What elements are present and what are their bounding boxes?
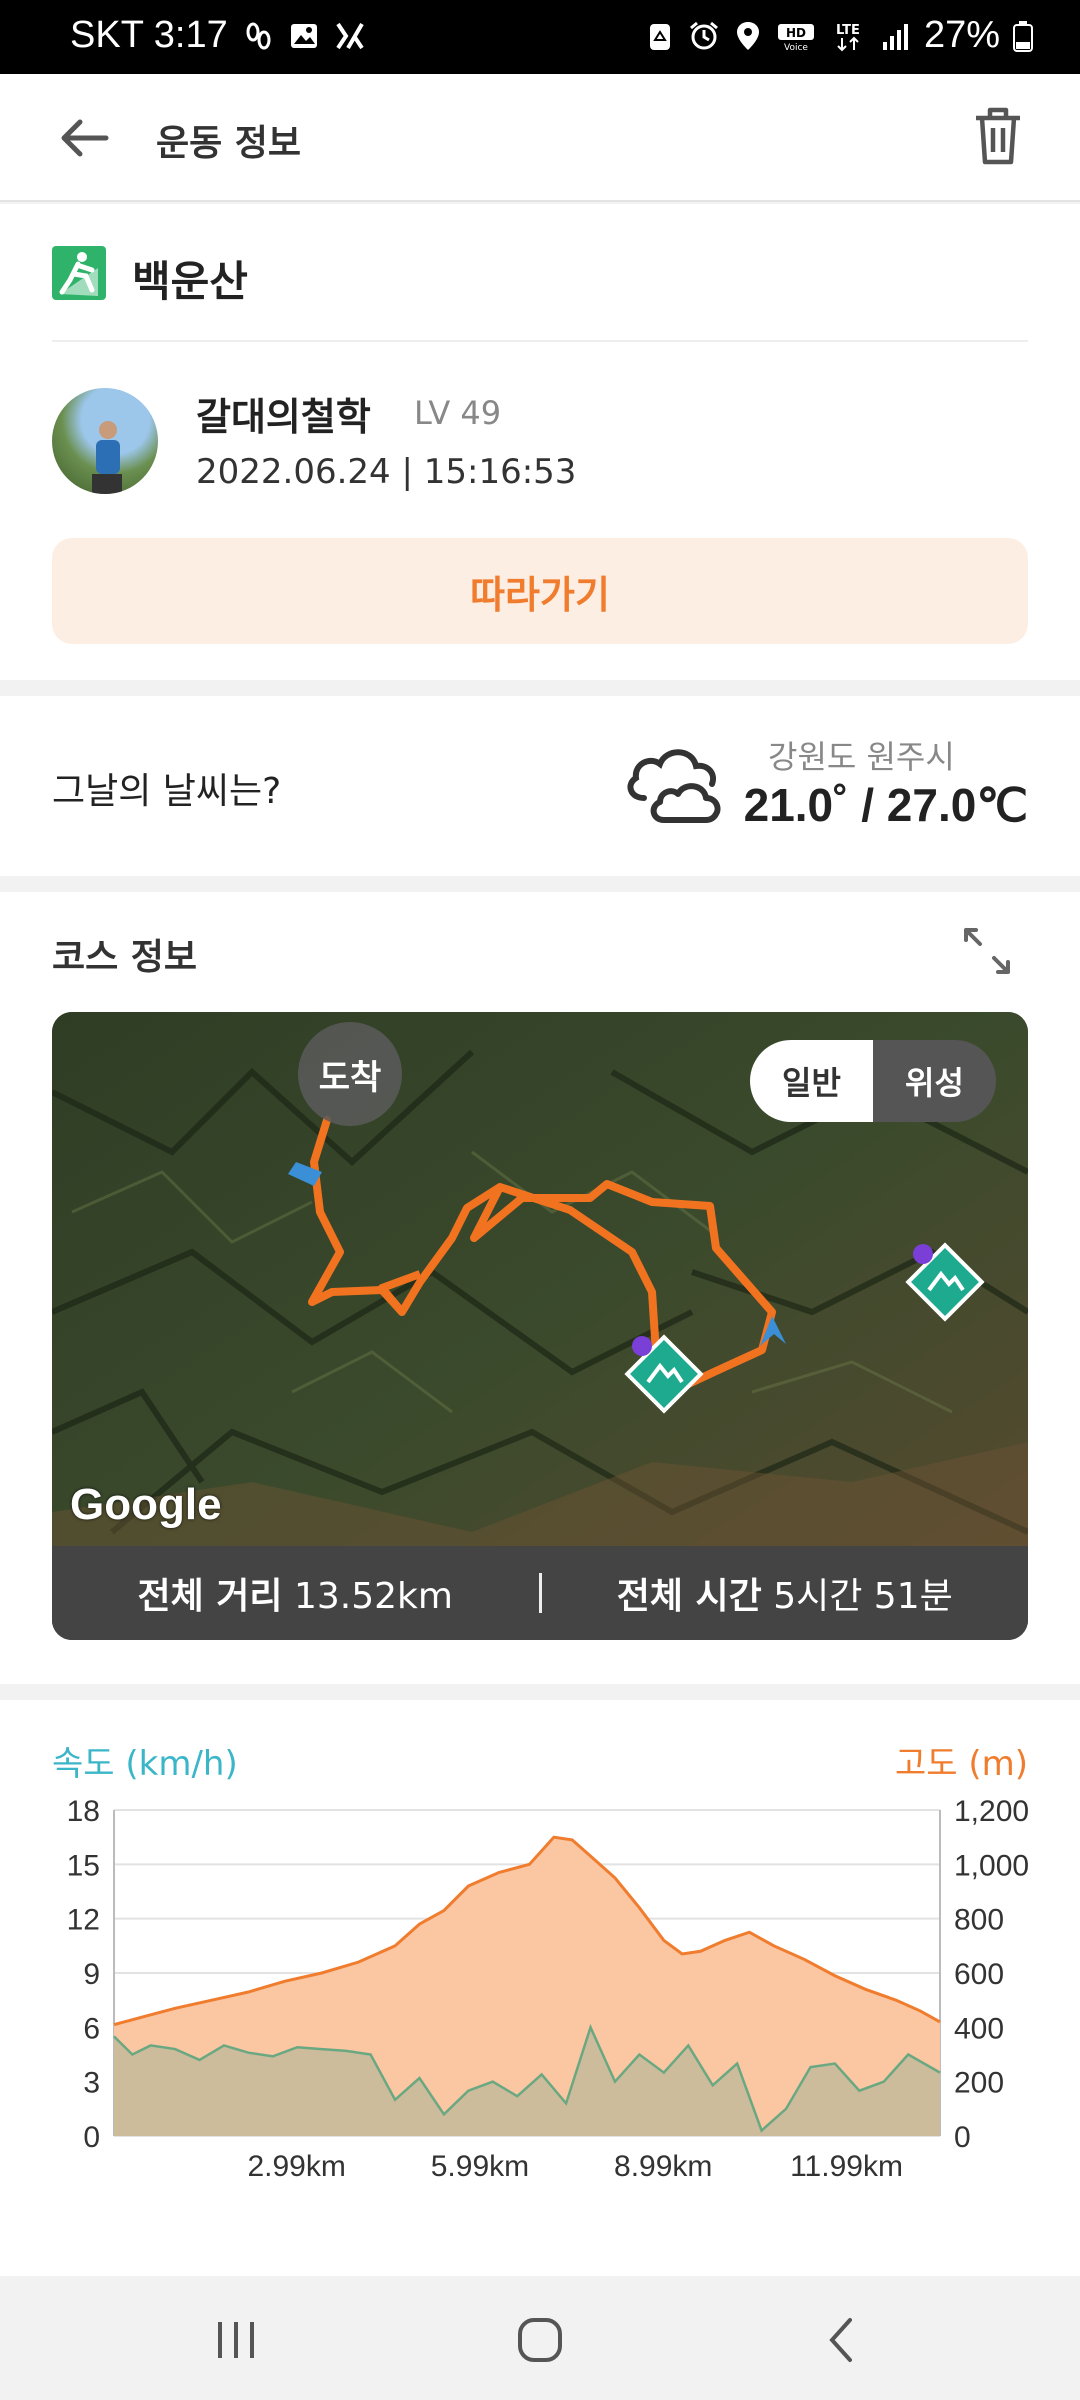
- steps-icon: [242, 20, 274, 52]
- battery-icon: [1012, 20, 1034, 52]
- home-icon: [518, 2318, 562, 2362]
- y-right-tick-label: 1,000: [954, 1849, 1029, 1882]
- y-left-tick-label: 9: [83, 1958, 100, 1991]
- location-icon: [732, 20, 764, 52]
- carrier-time: SKT 3:17: [70, 14, 228, 56]
- weather-card: 그날의 날씨는? 강원도 원주시 21.0˚ / 27.0℃: [0, 696, 1080, 876]
- activity-name: 백운산: [132, 257, 248, 306]
- y-right-tick-label: 200: [954, 2067, 1004, 2100]
- back-chevron-icon: [829, 2318, 852, 2362]
- x-tick-label: 11.99km: [790, 2150, 903, 2183]
- weather-temperature: 21.0˚ / 27.0℃: [743, 779, 1028, 831]
- user-level: LV 49: [414, 394, 502, 432]
- total-time: 전체 시간 5시간 51분: [542, 1567, 1029, 1619]
- y-right-tick-label: 600: [954, 1958, 1004, 1991]
- follow-button[interactable]: 따라가기: [52, 538, 1028, 644]
- divider: [52, 340, 1028, 342]
- chart-card: 속도 (km/h) 고도 (m) 0 3 6 9 12 15 18 0 200 400 600 800…: [0, 1700, 1080, 2276]
- dev-icon: [334, 20, 366, 52]
- map-type-toggle[interactable]: 일반 위성: [750, 1040, 996, 1122]
- battery-percent: 27%: [923, 14, 1000, 56]
- y-left-tick-label: 15: [67, 1849, 100, 1882]
- google-logo: Google: [70, 1480, 222, 1529]
- x-tick-label: 8.99km: [614, 2150, 712, 2183]
- course-map[interactable]: 도착 일반 위성 Google 전체 거리 13.52km 전체 시간 5시간 …: [52, 1012, 1028, 1640]
- total-distance: 전체 거리 13.52km: [52, 1567, 539, 1619]
- y-right-tick-label: 1,200: [954, 1795, 1029, 1828]
- weather-question: 그날의 날씨는?: [52, 771, 282, 812]
- recent-apps-icon: [218, 2322, 254, 2358]
- weather-location: 강원도 원주시: [768, 738, 955, 776]
- arrival-marker: 도착: [298, 1022, 402, 1126]
- svg-text:LTE: LTE: [836, 23, 860, 38]
- recent-apps-button[interactable]: [206, 2310, 266, 2370]
- cloud-icon: [620, 736, 732, 832]
- back-nav-button[interactable]: [812, 2310, 872, 2370]
- course-stats-bar: 전체 거리 13.52km 전체 시간 5시간 51분: [52, 1546, 1028, 1640]
- altitude-axis-label: 고도 (m): [894, 1744, 1028, 1784]
- speed-altitude-chart: 0 3 6 9 12 15 18 0 200 400 600 800 1,000 1,200 2.99km 5…: [67, 1795, 1029, 2183]
- toggle-satellite[interactable]: 위성: [873, 1040, 996, 1122]
- toggle-general[interactable]: 일반: [750, 1040, 873, 1122]
- app-header: 운동 정보: [0, 74, 1080, 202]
- hd-voice-icon: HD Voice: [776, 20, 816, 53]
- delete-button[interactable]: [970, 104, 1026, 168]
- recycle-icon: [644, 20, 676, 52]
- alarm-icon: [688, 20, 720, 52]
- status-bar: SKT 3:17 HD Voice LTE 27%: [0, 0, 1080, 74]
- back-button[interactable]: [56, 110, 116, 166]
- signal-icon: [880, 20, 912, 52]
- course-title: 코스 정보: [52, 937, 198, 978]
- lte-icon: LTE: [828, 20, 868, 52]
- y-left-tick-label: 0: [83, 2121, 100, 2154]
- y-left-tick-label: 3: [83, 2067, 100, 2100]
- y-right-tick-label: 0: [954, 2121, 971, 2154]
- y-right-tick-label: 400: [954, 2012, 1004, 2045]
- expand-icon[interactable]: [960, 924, 1014, 978]
- status-right: HD Voice LTE 27%: [644, 14, 1034, 57]
- activity-datetime: 2022.06.24 | 15:16:53: [196, 452, 577, 492]
- total-time-label: 전체 시간: [616, 1576, 762, 1617]
- y-left-tick-label: 6: [83, 2012, 100, 2045]
- hiking-icon: [52, 246, 106, 300]
- total-distance-value: 13.52km: [293, 1576, 453, 1617]
- home-button[interactable]: [510, 2310, 570, 2370]
- speed-axis-label: 속도 (km/h): [52, 1744, 238, 1784]
- status-left: SKT 3:17: [70, 14, 366, 57]
- svg-text:Voice: Voice: [784, 43, 808, 52]
- activity-card: 백운산 갈대의철학 LV 49 2022.06.24 | 15:16:53 따라…: [0, 204, 1080, 680]
- course-card: 코스 정보 도착 일반 위성 Google 전체 거리 13.52km 전체 시…: [0, 892, 1080, 1684]
- trash-icon: [976, 107, 1020, 165]
- y-right-tick-label: 800: [954, 1904, 1004, 1937]
- total-time-value: 5시간 51분: [773, 1576, 953, 1617]
- user-name[interactable]: 갈대의철학: [196, 386, 371, 441]
- avatar[interactable]: [52, 388, 158, 494]
- back-arrow-icon: [61, 119, 109, 157]
- gallery-icon: [288, 20, 320, 52]
- total-distance-label: 전체 거리: [137, 1576, 283, 1617]
- x-tick-label: 2.99km: [247, 2150, 345, 2183]
- page-title: 운동 정보: [156, 123, 302, 164]
- svg-text:HD: HD: [786, 26, 806, 40]
- y-left-tick-label: 18: [67, 1795, 100, 1828]
- x-tick-label: 5.99km: [431, 2150, 529, 2183]
- y-left-tick-label: 12: [67, 1904, 100, 1937]
- system-nav-bar: [0, 2276, 1080, 2400]
